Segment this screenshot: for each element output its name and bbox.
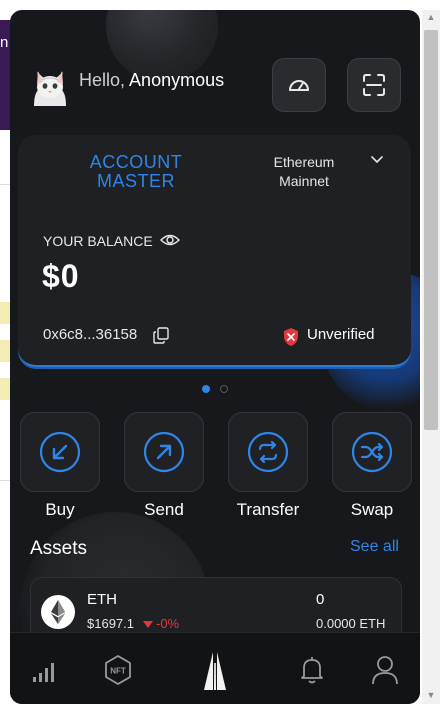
verification-status: Unverified [307,326,375,343]
nft-icon-label: NFT [110,667,126,676]
balance-value: $0 [42,258,80,294]
username: Anonymous [129,70,225,90]
eth-icon [41,595,75,629]
arrow-down-left-icon [39,431,81,473]
send-label: Send [144,500,184,519]
nav-nft[interactable]: NFT [101,653,135,687]
nav-stats[interactable] [30,657,60,687]
copy-icon[interactable] [153,327,169,344]
asset-price: $1697.1 [87,616,134,631]
logo-icon [204,652,226,690]
greeting: Hello, Anonymous [79,70,224,91]
background-page-divider [0,480,10,481]
scan-icon [363,74,385,96]
network-line1: Ethereum [273,154,335,170]
caret-down-icon [143,621,153,628]
buy-label: Buy [45,500,75,519]
asset-amount-token: 0.0000 ETH [316,616,386,631]
scroll-down-icon[interactable]: ▼ [422,690,440,700]
account-name-line2: MASTER [96,171,175,191]
transfer-tile[interactable] [228,412,308,492]
scroll-up-icon[interactable]: ▲ [422,12,440,22]
bottom-nav: NFT [10,632,420,704]
account-name-line1: ACCOUNT [89,152,183,172]
wallet-address: 0x6c8...36158 [43,326,138,343]
bar-chart-icon [33,663,54,682]
see-all-link[interactable]: See all [350,538,399,556]
cat-avatar-icon[interactable] [28,62,72,110]
asset-amount: 0 [316,591,325,608]
carousel-dot[interactable] [220,385,228,393]
background-page-divider [0,184,10,185]
asset-symbol: ETH [87,591,117,608]
network-selector[interactable]: Ethereum Mainnet [254,153,354,191]
nft-icon: NFT [105,655,131,685]
balance-label: YOUR BALANCE [43,233,153,249]
background-page-text: n [0,34,9,51]
background-page-highlight [0,378,10,400]
swap-button[interactable]: Swap [331,412,413,520]
bell-icon [301,657,323,684]
wallet-popup: Hello, Anonymous ACCOUNT MASTER Ethereum… [10,10,420,704]
background-page-highlight [0,340,10,362]
swap-label: Swap [350,500,394,519]
account-name[interactable]: ACCOUNT MASTER [76,153,196,191]
shield-icon [284,328,298,346]
user-icon [372,656,398,685]
scrollbar-thumb[interactable] [424,30,438,430]
nav-home[interactable] [197,645,233,697]
transfer-button[interactable]: Transfer [227,412,309,520]
swap-icon [351,431,393,473]
arrow-up-right-icon [143,431,185,473]
speed-button[interactable] [272,58,326,112]
asset-change: -0% [143,616,179,631]
swap-tile[interactable] [332,412,412,492]
carousel-dot[interactable] [202,385,210,393]
eye-icon[interactable] [160,233,180,247]
speedometer-icon [289,80,309,91]
account-card: ACCOUNT MASTER Ethereum Mainnet YOUR BAL… [18,135,411,367]
background-page-highlight [0,302,10,324]
greeting-prefix: Hello, [79,70,126,90]
transfer-icon [247,431,289,473]
assets-title: Assets [30,538,88,559]
scrollbar[interactable]: ▲ ▼ [422,10,440,704]
buy-button[interactable]: Buy [19,412,101,520]
nav-profile[interactable] [368,653,402,687]
chevron-down-icon[interactable] [370,155,384,165]
nav-notifications[interactable] [297,653,327,687]
transfer-label: Transfer [236,500,300,519]
network-line2: Mainnet [279,173,329,189]
send-button[interactable]: Send [123,412,205,520]
send-tile[interactable] [124,412,204,492]
asset-change-value: -0% [156,616,180,631]
scan-button[interactable] [347,58,401,112]
buy-tile[interactable] [20,412,100,492]
